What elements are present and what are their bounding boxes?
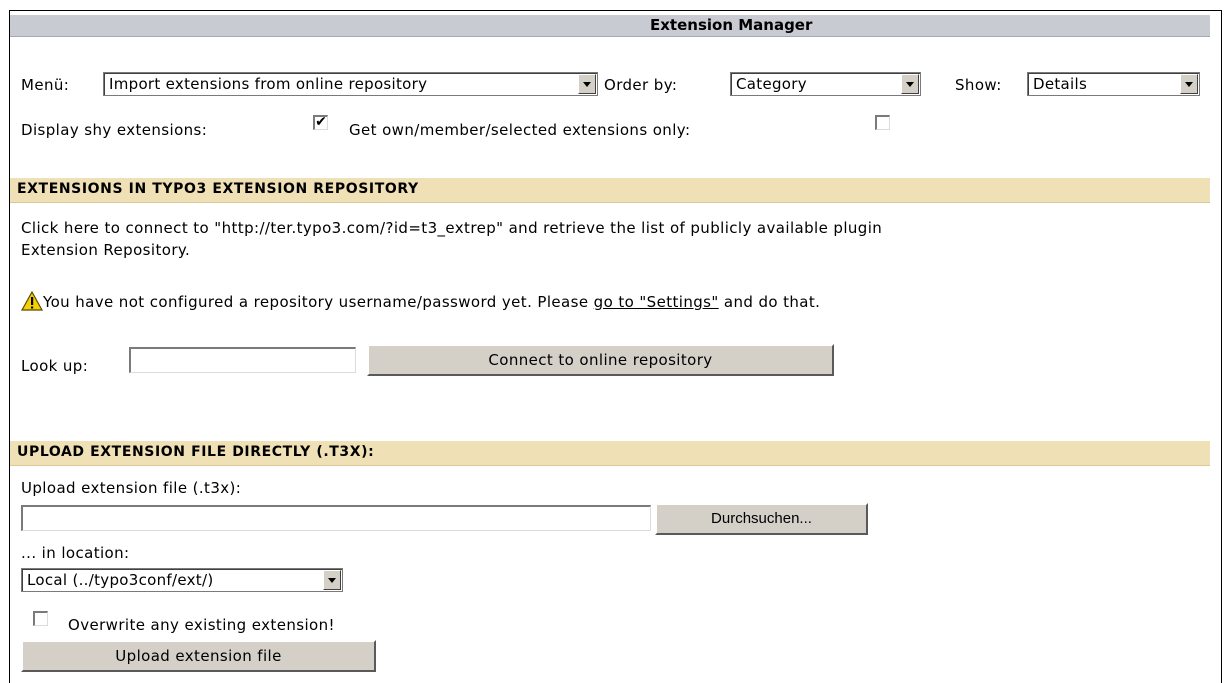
location-select[interactable]: Local (../typo3conf/ext/): [21, 568, 343, 592]
lookup-label: Look up:: [21, 357, 89, 375]
own-extensions-label: Get own/member/selected extensions only:: [349, 121, 691, 139]
overwrite-checkbox[interactable]: [33, 611, 48, 626]
shy-extensions-label: Display shy extensions:: [21, 121, 208, 139]
show-label: Show:: [955, 76, 1002, 94]
shy-extensions-checkbox[interactable]: ✔: [313, 115, 328, 130]
repository-description-line2: Extension Repository.: [21, 241, 191, 259]
repository-heading: EXTENSIONS IN TYPO3 EXTENSION REPOSITORY: [17, 181, 419, 197]
upload-file-label: Upload extension file (.t3x):: [21, 479, 242, 497]
warning-message: You have not configured a repository use…: [43, 292, 820, 312]
lookup-input[interactable]: [129, 347, 356, 373]
show-select[interactable]: Details: [1027, 72, 1200, 96]
order-by-select-value: Category: [736, 75, 807, 93]
menu-select[interactable]: Import extensions from online repository: [103, 72, 598, 96]
show-select-value: Details: [1033, 75, 1088, 93]
location-select-value: Local (../typo3conf/ext/): [27, 571, 214, 589]
chevron-down-icon[interactable]: [578, 74, 596, 94]
connect-repository-button[interactable]: Connect to online repository: [367, 344, 834, 376]
order-by-label: Order by:: [604, 76, 678, 94]
order-by-select[interactable]: Category: [730, 72, 921, 96]
upload-file-input[interactable]: [21, 505, 651, 531]
upload-section-header: UPLOAD EXTENSION FILE DIRECTLY (.T3X):: [10, 441, 1210, 466]
overwrite-label: Overwrite any existing extension!: [68, 616, 335, 634]
menu-select-value: Import extensions from online repository: [109, 75, 428, 93]
warning-text: You have not configured a repository use…: [43, 293, 594, 311]
upload-extension-button[interactable]: Upload extension file: [21, 640, 376, 672]
menu-label: Menü:: [21, 76, 70, 94]
page-title: Extension Manager: [650, 16, 813, 34]
chevron-down-icon[interactable]: [901, 74, 919, 94]
checkmark-icon: ✔: [315, 114, 327, 130]
settings-link[interactable]: go to "Settings": [594, 293, 719, 311]
chevron-down-icon[interactable]: [1180, 74, 1198, 94]
title-bar: Extension Manager: [10, 15, 1210, 37]
own-extensions-checkbox[interactable]: [875, 115, 890, 130]
location-label: ... in location:: [21, 544, 130, 562]
repository-section-header: EXTENSIONS IN TYPO3 EXTENSION REPOSITORY: [10, 178, 1210, 203]
browse-button[interactable]: Durchsuchen...: [655, 503, 868, 535]
repository-description-line1: Click here to connect to "http://ter.typ…: [21, 219, 883, 237]
warning-suffix: and do that.: [718, 293, 821, 311]
chevron-down-icon[interactable]: [323, 570, 341, 590]
warning-icon: [21, 291, 43, 311]
upload-heading: UPLOAD EXTENSION FILE DIRECTLY (.T3X):: [17, 444, 375, 460]
